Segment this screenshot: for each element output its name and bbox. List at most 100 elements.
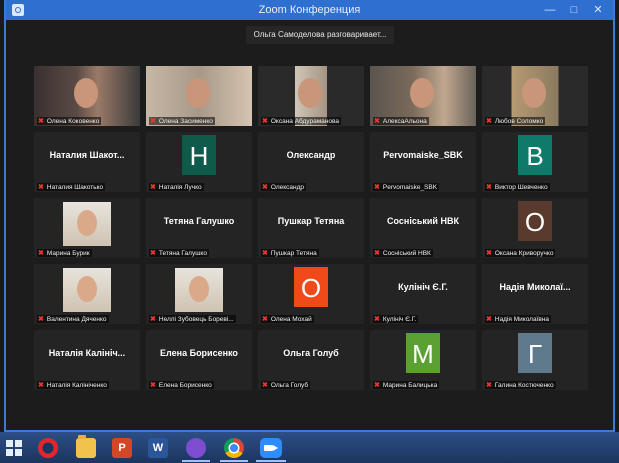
participant-name: Елена Борисенко bbox=[158, 382, 212, 389]
minimize-button[interactable]: — bbox=[539, 2, 561, 18]
participant-display-name: Сосніський НВК bbox=[387, 216, 459, 226]
participant-initial-avatar: М bbox=[406, 333, 440, 373]
participant-tile[interactable]: Тетяна Галушко ✖ Тетяна Галушко bbox=[146, 198, 252, 258]
muted-mic-icon: ✖ bbox=[374, 118, 380, 125]
participant-photo bbox=[63, 268, 111, 312]
participant-tile[interactable]: ✖ Олена Коковенко bbox=[34, 66, 140, 126]
participant-tile[interactable]: М ✖ Марина Балицька bbox=[370, 330, 476, 390]
participant-tile[interactable]: Олександр ✖ Олександр bbox=[258, 132, 364, 192]
participant-name: Надія Миколаївна bbox=[494, 316, 550, 323]
participant-name-label: ✖ Надія Миколаївна bbox=[485, 315, 552, 323]
windows-start-icon[interactable] bbox=[6, 440, 22, 456]
participant-name: Галина Костюченко bbox=[494, 382, 554, 389]
participant-tile[interactable]: ✖ Оксана Абдураманова bbox=[258, 66, 364, 126]
muted-mic-icon: ✖ bbox=[374, 382, 380, 389]
participant-tile[interactable]: ✖ Неллі Зубовець Бореві... bbox=[146, 264, 252, 324]
viber-active-indicator bbox=[182, 460, 210, 462]
muted-mic-icon: ✖ bbox=[150, 382, 156, 389]
muted-mic-icon: ✖ bbox=[262, 250, 268, 257]
participant-tile[interactable]: Пушкар Тетяна ✖ Пушкар Тетяна bbox=[258, 198, 364, 258]
participant-face bbox=[77, 276, 97, 302]
muted-mic-icon: ✖ bbox=[150, 316, 156, 323]
participant-tile[interactable]: Кулініч Є.Г. ✖ Кулініч Є.Г. bbox=[370, 264, 476, 324]
participant-name-label: ✖ Наталия Шакотько bbox=[37, 183, 106, 191]
participant-face bbox=[186, 78, 210, 108]
participant-name-label: ✖ Марина Балицька bbox=[373, 381, 440, 389]
muted-mic-icon: ✖ bbox=[486, 250, 492, 257]
participant-tile[interactable]: Pervomaiske_SBK ✖ Pervomaiske_SBK bbox=[370, 132, 476, 192]
participant-name: Оксана Абдураманова bbox=[270, 118, 339, 125]
participant-name: Любов Соломко bbox=[494, 118, 544, 125]
word-icon[interactable]: W bbox=[148, 438, 168, 458]
opera-icon[interactable] bbox=[38, 438, 58, 458]
participant-tile[interactable]: ✖ Любов Соломко bbox=[482, 66, 588, 126]
participant-name-label: ✖ Любов Соломко bbox=[485, 117, 546, 125]
participant-tile[interactable]: Наталія Калініч... ✖ Наталія Калініченко bbox=[34, 330, 140, 390]
participant-tile[interactable]: ✖ Олена Засименко bbox=[146, 66, 252, 126]
participant-tile[interactable]: Надія Миколаї... ✖ Надія Миколаївна bbox=[482, 264, 588, 324]
file-explorer-icon[interactable] bbox=[76, 435, 96, 458]
participant-name-label: ✖ Олександр bbox=[261, 183, 307, 191]
participant-name: Ольга Голуб bbox=[270, 382, 309, 389]
muted-mic-icon: ✖ bbox=[150, 118, 156, 125]
muted-mic-icon: ✖ bbox=[262, 382, 268, 389]
participant-tile[interactable]: Елена Борисенко ✖ Елена Борисенко bbox=[146, 330, 252, 390]
participant-name-label: ✖ Ольга Голуб bbox=[261, 381, 311, 389]
chrome-active-indicator bbox=[220, 460, 248, 462]
participant-tile[interactable]: Н ✖ Наталія Лучко bbox=[146, 132, 252, 192]
muted-mic-icon: ✖ bbox=[486, 382, 492, 389]
participant-display-name: Тетяна Галушко bbox=[163, 216, 235, 226]
viber-icon[interactable] bbox=[186, 438, 206, 458]
participant-tile[interactable]: О ✖ Олена Мохай bbox=[258, 264, 364, 324]
participant-tile[interactable]: В ✖ Виктор Шевченко bbox=[482, 132, 588, 192]
muted-mic-icon: ✖ bbox=[262, 316, 268, 323]
participant-display-name: Пушкар Тетяна bbox=[277, 216, 345, 226]
participant-name: Pervomaiske_SBK bbox=[382, 184, 438, 191]
powerpoint-icon[interactable]: P bbox=[112, 438, 132, 458]
zoom-taskbar-icon[interactable] bbox=[260, 438, 282, 458]
participant-photo bbox=[175, 268, 223, 312]
muted-mic-icon: ✖ bbox=[486, 118, 492, 125]
participant-tile[interactable]: Наталия Шакот... ✖ Наталия Шакотько bbox=[34, 132, 140, 192]
participant-photo bbox=[63, 202, 111, 246]
chrome-icon[interactable] bbox=[224, 438, 244, 458]
muted-mic-icon: ✖ bbox=[150, 184, 156, 191]
participant-face bbox=[189, 276, 209, 302]
muted-mic-icon: ✖ bbox=[486, 316, 492, 323]
muted-mic-icon: ✖ bbox=[486, 184, 492, 191]
participant-name: Кулініч Є.Г. bbox=[382, 316, 417, 323]
participant-name-label: ✖ Оксана Криворучко bbox=[485, 249, 556, 257]
participant-name: Марина Бурик bbox=[46, 250, 90, 257]
participant-name: АлексаАльона bbox=[382, 118, 427, 125]
participant-name-label: ✖ Наталія Лучко bbox=[149, 183, 204, 191]
muted-mic-icon: ✖ bbox=[38, 382, 44, 389]
participant-tile[interactable]: О ✖ Оксана Криворучко bbox=[482, 198, 588, 258]
participant-tile[interactable]: ✖ Марина Бурик bbox=[34, 198, 140, 258]
speaking-indicator: Ольга Самоделова разговаривает... bbox=[246, 26, 394, 44]
participant-display-name: Pervomaiske_SBK bbox=[383, 150, 463, 160]
participant-name: Наталія Лучко bbox=[158, 184, 202, 191]
participant-display-name: Надія Миколаї... bbox=[499, 282, 571, 292]
participant-name-label: ✖ Олена Засименко bbox=[149, 117, 215, 125]
muted-mic-icon: ✖ bbox=[374, 250, 380, 257]
participant-tile[interactable]: Сосніський НВК ✖ Сосніський НВК bbox=[370, 198, 476, 258]
participant-name-label: ✖ Оксана Абдураманова bbox=[261, 117, 341, 125]
maximize-button[interactable]: □ bbox=[563, 2, 585, 18]
participant-name: Неллі Зубовець Бореві... bbox=[158, 316, 234, 323]
muted-mic-icon: ✖ bbox=[38, 316, 44, 323]
participant-tile[interactable]: ✖ Валентина Дяченко bbox=[34, 264, 140, 324]
participant-initial-avatar: В bbox=[518, 135, 552, 175]
participant-display-name: Ольга Голуб bbox=[283, 348, 339, 358]
window-title: Zoom Конференция bbox=[258, 4, 361, 16]
participant-name: Валентина Дяченко bbox=[46, 316, 107, 323]
participant-name: Пушкар Тетяна bbox=[270, 250, 317, 257]
zoom-active-indicator bbox=[256, 460, 286, 462]
participant-tile[interactable]: ✖ АлексаАльона bbox=[370, 66, 476, 126]
muted-mic-icon: ✖ bbox=[374, 184, 380, 191]
close-button[interactable]: ✕ bbox=[587, 2, 609, 18]
participant-tile[interactable]: Г ✖ Галина Костюченко bbox=[482, 330, 588, 390]
participant-name-label: ✖ Неллі Зубовець Бореві... bbox=[149, 315, 236, 323]
participant-tile[interactable]: Ольга Голуб ✖ Ольга Голуб bbox=[258, 330, 364, 390]
participant-display-name: Елена Борисенко bbox=[160, 348, 238, 358]
muted-mic-icon: ✖ bbox=[38, 250, 44, 257]
